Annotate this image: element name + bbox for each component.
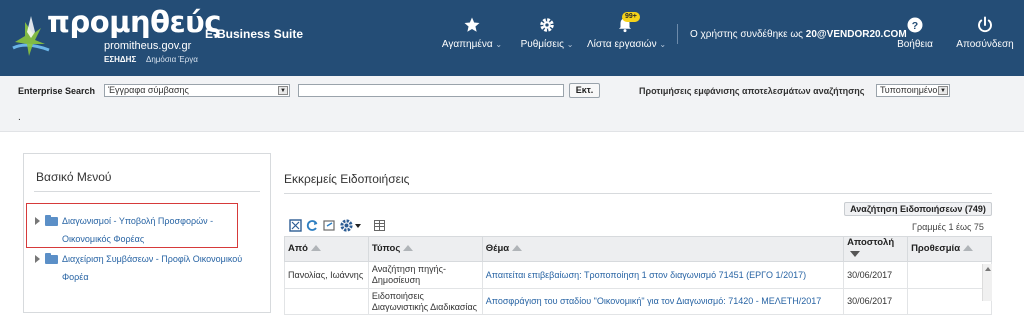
sort-asc-icon[interactable] (512, 245, 523, 251)
detach-table-icon[interactable] (289, 219, 302, 232)
power-icon (978, 16, 992, 33)
search-input[interactable] (298, 84, 564, 97)
sort-asc-icon[interactable] (310, 245, 321, 251)
chevron-down-icon: ⌄ (659, 40, 667, 49)
user-prefix: Ο χρήστης συνδέθηκε ως (690, 29, 803, 40)
svg-text:?: ? (912, 20, 918, 32)
stray-dot: . (18, 112, 21, 123)
chevron-down-icon: ⌄ (495, 40, 503, 49)
tasks-count-badge: 99+ (622, 12, 640, 22)
user-name: 20@VENDOR20.COM (805, 29, 907, 40)
export-icon[interactable] (323, 219, 336, 232)
search-go-button[interactable]: Εκτ. (569, 83, 600, 98)
cell-subject-link[interactable]: Απαιτείται επιβεβαίωση: Τροποποίηση 1 στ… (481, 261, 845, 289)
search-type-select[interactable]: Έγγραφα σύμβασης ▼ (104, 84, 290, 97)
results-preference-label: Προτιμήσεις εμφάνισης αποτελεσμάτων αναζ… (639, 86, 865, 96)
results-preference-value: Τυποποιημένο (880, 85, 938, 95)
table-scrollbar[interactable] (982, 264, 992, 301)
basic-menu-panel: Βασικό Μενού Διαγωνισμοί - Υποβολή Προσφ… (23, 153, 271, 313)
top-header: προμηθεύς promitheus.gov.gr ΕΣΗΔΗΣ Δημόσ… (0, 0, 1024, 76)
divider (284, 193, 992, 194)
refresh-icon[interactable] (306, 219, 319, 232)
logo-public-works: Δημόσια Έργα (146, 55, 198, 64)
cell-type: Αναζήτηση πηγής-Δημοσίευση (367, 261, 483, 289)
column-header-subject[interactable]: Θέμα (481, 236, 845, 262)
header-divider (677, 24, 678, 44)
expand-triangle-icon[interactable] (35, 217, 40, 225)
enterprise-search-bar: Enterprise Search Έγγραφα σύμβασης ▼ Εκτ… (0, 76, 1024, 132)
favorites-menu[interactable]: Αγαπημένα ⌄ (441, 14, 503, 54)
star-icon (464, 17, 480, 32)
sort-desc-icon[interactable] (850, 251, 861, 257)
logo-wordmark: προμηθεύς (47, 5, 221, 39)
notifications-table: Από Τύπος Θέμα Αποστολή Προθεσμία Πανολί… (284, 236, 992, 315)
help-label: Βοήθεια (897, 39, 933, 50)
column-header-type[interactable]: Τύπος (367, 236, 483, 262)
help-icon: ? (907, 17, 923, 33)
promitheus-logo-icon (12, 16, 50, 56)
cell-deadline (907, 261, 992, 289)
logout-button[interactable]: Αποσύνδεση (954, 14, 1016, 54)
sort-asc-icon[interactable] (963, 245, 974, 251)
logo-domain: promitheus.gov.gr (104, 40, 192, 52)
tasks-menu[interactable]: 99+ Λίστα εργασιών ⌄ (587, 12, 667, 54)
chevron-down-icon: ⌄ (566, 40, 574, 49)
table-row[interactable]: Πανολίας, Ιωάννης Αναζήτηση πηγής-Δημοσί… (284, 261, 992, 289)
logo-esidis: ΕΣΗΔΗΣ (104, 55, 137, 64)
menu-item-label[interactable]: Διαχείριση Συμβάσεων - Προφίλ Οικονομικο… (62, 250, 252, 286)
column-header-deadline[interactable]: Προθεσμία (907, 236, 992, 262)
cell-from: Πανολίας, Ιωάννης (284, 261, 369, 289)
column-header-from[interactable]: Από (284, 236, 369, 262)
scroll-up-arrow-icon[interactable] (985, 267, 991, 271)
folder-icon (45, 215, 58, 226)
sort-asc-icon[interactable] (403, 245, 414, 251)
table-header-row: Από Τύπος Θέμα Αποστολή Προθεσμία (284, 236, 992, 262)
cell-sent: 30/06/2017 (843, 261, 909, 289)
enterprise-search-label: Enterprise Search (18, 86, 96, 96)
settings-label: Ρυθμίσεις (520, 39, 564, 50)
cell-sent: 30/06/2017 (843, 288, 909, 315)
help-button[interactable]: ? Βοήθεια (896, 14, 934, 54)
search-notifications-button[interactable]: Αναζήτηση Ειδοποιήσεων (749) (844, 202, 992, 216)
logged-in-user: Ο χρήστης συνδέθηκε ως 20@VENDOR20.COM (690, 29, 907, 41)
gear-icon (540, 18, 554, 32)
cell-deadline (907, 288, 992, 315)
cell-type: Ειδοποιήσεις Διαγωνιστικής Διαδικασίας (367, 288, 483, 315)
logout-label: Αποσύνδεση (956, 39, 1014, 50)
folder-icon (45, 253, 58, 264)
search-type-value: Έγγραφα σύμβασης (108, 85, 189, 95)
cell-from (284, 288, 369, 315)
tasks-label: Λίστα εργασιών (587, 39, 657, 50)
dropdown-arrow-icon: ▼ (938, 86, 948, 95)
rows-range: Γραμμές 1 έως 75 (912, 222, 984, 232)
column-header-sent[interactable]: Αποστολή (843, 236, 909, 262)
dropdown-arrow-icon: ▼ (278, 86, 288, 95)
cell-subject-link[interactable]: Αποσφράγιση του σταδίου "Οικονομική" για… (481, 288, 845, 315)
notifications-title: Εκκρεμείς Ειδοποιήσεις (284, 172, 410, 186)
results-preference-select[interactable]: Τυποποιημένο ▼ (876, 84, 950, 97)
basic-menu-title: Βασικό Μενού (36, 170, 112, 184)
table-row[interactable]: Ειδοποιήσεις Διαγωνιστικής Διαδικασίας Α… (284, 288, 992, 315)
favorites-label: Αγαπημένα (441, 39, 493, 50)
divider (34, 191, 260, 192)
settings-menu[interactable]: Ρυθμίσεις ⌄ (519, 14, 575, 54)
settings-dropdown-icon[interactable] (340, 219, 362, 232)
menu-item-label[interactable]: Διαγωνισμοί - Υποβολή Προσφορών - Οικονο… (62, 212, 252, 248)
columns-icon[interactable] (373, 219, 386, 232)
suite-name: E-Business Suite (205, 27, 304, 41)
expand-triangle-icon[interactable] (35, 255, 40, 263)
